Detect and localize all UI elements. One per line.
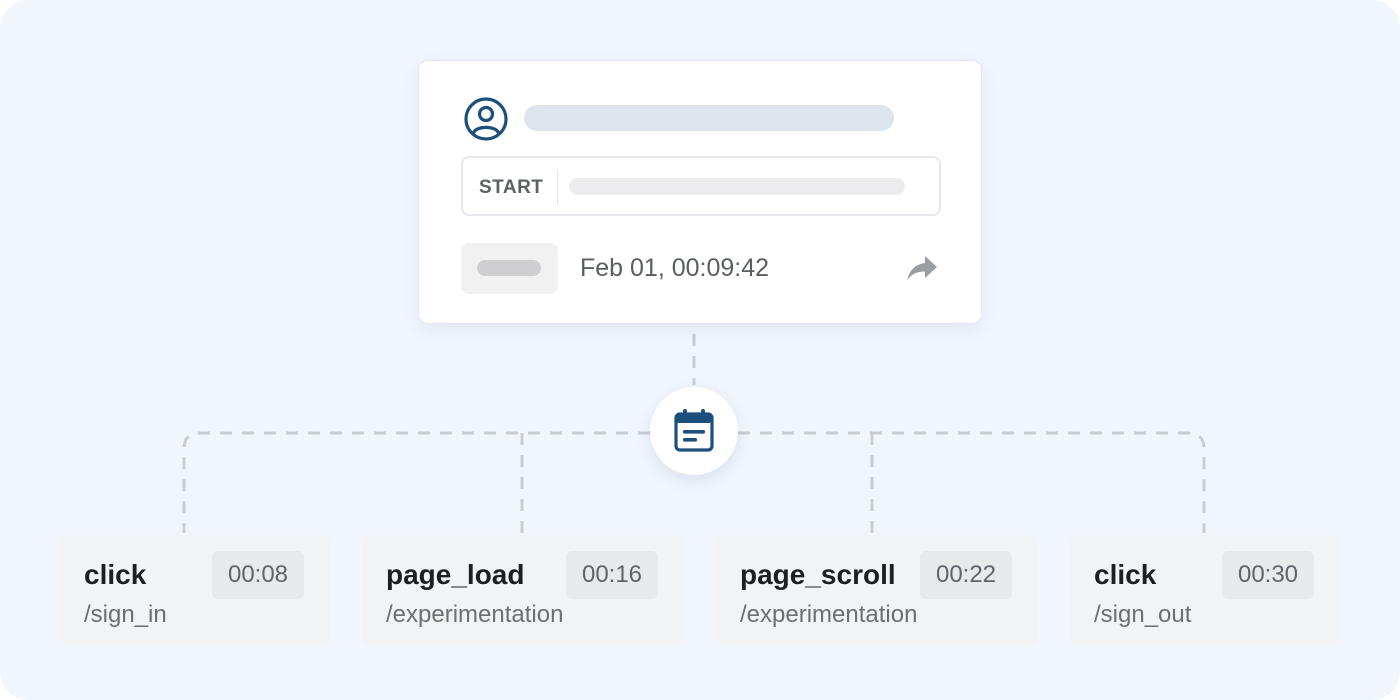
event-time-badge: 00:16: [566, 551, 658, 599]
event-path: /sign_in: [84, 601, 167, 628]
session-timestamp: Feb 01, 00:09:42: [580, 254, 770, 282]
event-path: /experimentation: [386, 601, 564, 628]
journey-canvas: START Feb 01, 00:09:42 click /sign_in 00…: [0, 0, 1400, 700]
event-name: click: [1094, 559, 1157, 590]
event-card-4[interactable]: click /sign_out 00:30: [1070, 535, 1340, 645]
event-time-badge: 00:08: [212, 551, 304, 599]
event-name: click: [84, 559, 147, 590]
connector-right-branch: [738, 431, 1206, 533]
event-name: page_load: [386, 559, 525, 590]
session-chip-placeholder: [477, 260, 541, 276]
session-chip: [461, 243, 558, 294]
event-path: /sign_out: [1094, 601, 1192, 628]
session-card[interactable]: START Feb 01, 00:09:42: [418, 60, 982, 324]
calendar-icon: [674, 409, 714, 452]
connector-left-branch: [182, 431, 650, 533]
event-path: /experimentation: [740, 601, 918, 628]
start-row: START: [461, 156, 941, 216]
start-divider: [557, 170, 558, 204]
event-name: page_scroll: [740, 559, 896, 590]
event-time-badge: 00:30: [1222, 551, 1314, 599]
event-card-2[interactable]: page_load /experimentation 00:16: [362, 535, 684, 645]
start-label: START: [479, 177, 544, 198]
event-card-1[interactable]: click /sign_in 00:08: [60, 535, 330, 645]
user-circle-icon: [464, 97, 508, 141]
timeline-hub: [650, 387, 738, 475]
start-value-placeholder: [569, 178, 905, 195]
session-title-placeholder: [524, 105, 894, 131]
share-arrow-icon[interactable]: [906, 254, 938, 282]
event-time-badge: 00:22: [920, 551, 1012, 599]
event-card-3[interactable]: page_scroll /experimentation 00:22: [716, 535, 1038, 645]
